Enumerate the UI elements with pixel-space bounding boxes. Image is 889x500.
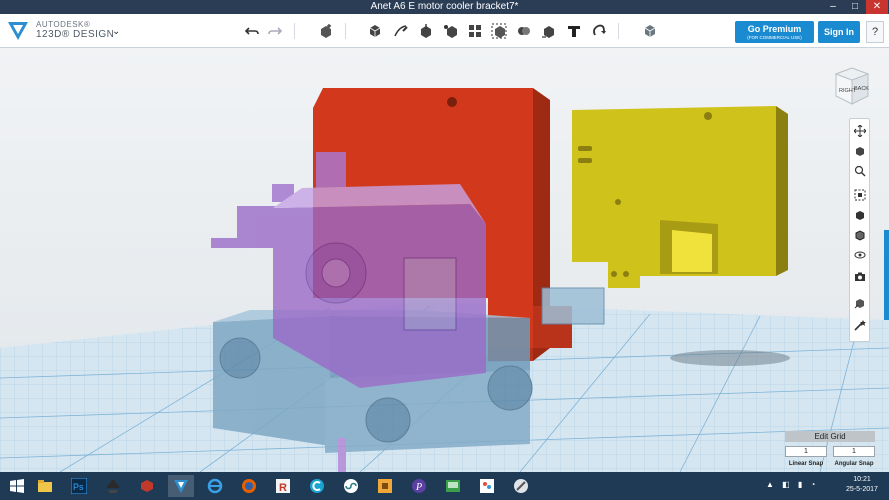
toolbar-divider	[345, 23, 346, 39]
view-cube[interactable]: RIGHT BACK	[832, 66, 872, 111]
materials-icon[interactable]	[852, 295, 868, 311]
brand-line2: 123D® DESIGN	[36, 29, 115, 40]
app-logo-icon	[6, 19, 30, 43]
sign-in-button[interactable]: Sign In	[818, 21, 860, 43]
orbit-icon[interactable]	[852, 143, 868, 159]
pronterface-icon[interactable]	[440, 475, 466, 497]
repetier-icon[interactable]: R	[270, 475, 296, 497]
text-icon[interactable]	[563, 20, 585, 42]
yellow-plate-shadow	[670, 350, 790, 366]
inkscape-icon[interactable]	[100, 475, 126, 497]
help-button[interactable]: ?	[866, 21, 884, 43]
yellow-plate[interactable]	[572, 106, 788, 288]
construct-icon[interactable]	[415, 20, 437, 42]
side-scroll-rail[interactable]	[884, 230, 889, 320]
angular-snap-label: Angular Snap	[834, 461, 874, 467]
fit-icon[interactable]	[852, 187, 868, 203]
pan-icon[interactable]	[852, 123, 868, 139]
view-outline-icon[interactable]	[852, 227, 868, 243]
visibility-icon[interactable]	[852, 247, 868, 263]
app-menu-chevron-icon[interactable]: ⌄	[112, 26, 120, 37]
app-brand: AUTODESK® 123D® DESIGN	[36, 20, 114, 40]
main-toolbar: AUTODESK® 123D® DESIGN ⌄ Go Premium (FOR…	[0, 14, 889, 48]
tools-icon[interactable]	[508, 475, 534, 497]
maximize-button[interactable]: □	[844, 0, 866, 14]
cpu-app-icon[interactable]	[372, 475, 398, 497]
firefox-icon[interactable]	[236, 475, 262, 497]
file-explorer-icon[interactable]	[32, 475, 58, 497]
scene-canvas[interactable]	[0, 48, 889, 472]
angular-snap-input[interactable]: 1	[833, 446, 875, 457]
close-button[interactable]: ✕	[866, 0, 888, 14]
measure-icon[interactable]	[538, 20, 560, 42]
grouping-icon[interactable]	[488, 20, 510, 42]
paint-icon[interactable]	[474, 475, 500, 497]
system-tray-icons[interactable]: ▲ ◧ ▮ ◔	[766, 480, 818, 489]
system-clock[interactable]: 10:21 25-5-2017	[840, 475, 884, 495]
undo-icon[interactable]	[241, 20, 263, 42]
premium-label: Go Premium	[747, 24, 802, 34]
svg-text:R: R	[279, 482, 287, 494]
window-title: Anet A6 E motor cooler bracket7*	[370, 1, 519, 12]
toolbar-divider	[618, 23, 619, 39]
combine-icon[interactable]	[513, 20, 535, 42]
go-premium-button[interactable]: Go Premium (FOR COMMERCIAL USE)	[735, 21, 814, 43]
toolbar-divider	[294, 23, 295, 39]
windows-start-icon[interactable]	[4, 475, 30, 497]
123d-design-icon[interactable]	[168, 475, 194, 497]
photoshop-icon[interactable]: Ps	[66, 475, 92, 497]
windows-taskbar: Ps R P ▲ ◧ ▮ ◔ 10:21 25-5-2017	[0, 472, 889, 500]
edit-grid-button[interactable]: Edit Grid	[785, 431, 875, 442]
sketch-app-icon[interactable]: P	[406, 475, 432, 497]
material-icon[interactable]	[639, 20, 661, 42]
magic-wand-icon[interactable]	[852, 317, 868, 333]
new-shape-icon[interactable]	[315, 20, 337, 42]
redo-icon[interactable]	[264, 20, 286, 42]
camera-icon[interactable]	[852, 269, 868, 285]
internet-explorer-icon[interactable]	[202, 475, 228, 497]
linear-snap-input[interactable]: 1	[785, 446, 827, 457]
clock-time: 10:21	[853, 476, 871, 483]
viewcube-back-label: BACK	[854, 86, 869, 92]
pattern-icon[interactable]	[464, 20, 486, 42]
snap-icon[interactable]	[588, 20, 610, 42]
premium-sublabel: (FOR COMMERCIAL USE)	[747, 35, 802, 40]
edit-grid-panel: Edit Grid 1 1 Linear Snap Angular Snap	[785, 431, 875, 471]
svg-text:Ps: Ps	[73, 482, 84, 492]
navigation-toolbar	[849, 118, 870, 342]
minimize-button[interactable]: –	[822, 0, 844, 14]
3d-app-icon[interactable]	[134, 475, 160, 497]
clock-date: 25-5-2017	[846, 486, 878, 493]
modify-icon[interactable]	[440, 20, 462, 42]
svg-text:P: P	[415, 482, 422, 493]
zoom-icon[interactable]	[852, 163, 868, 179]
primitives-icon[interactable]	[364, 20, 386, 42]
3d-viewport[interactable]: RIGHT BACK	[0, 48, 889, 472]
arduino-icon[interactable]	[338, 475, 364, 497]
cura-icon[interactable]	[304, 475, 330, 497]
sketch-icon[interactable]	[390, 20, 412, 42]
title-bar: Anet A6 E motor cooler bracket7* – □ ✕	[0, 0, 889, 14]
view-solid-icon[interactable]	[852, 207, 868, 223]
linear-snap-label: Linear Snap	[788, 461, 824, 467]
